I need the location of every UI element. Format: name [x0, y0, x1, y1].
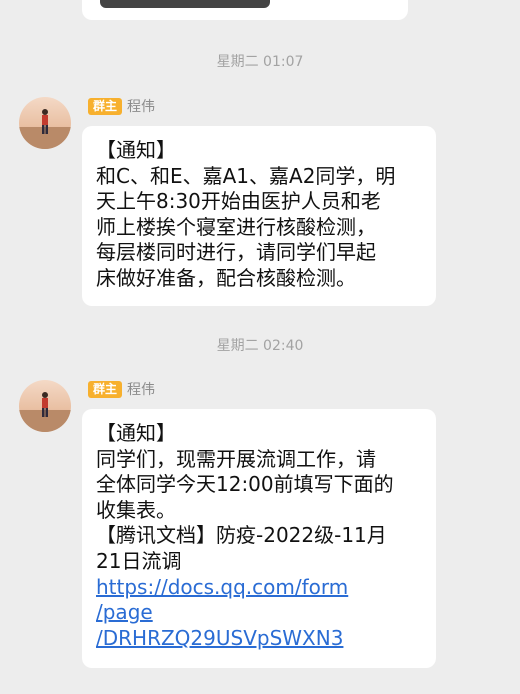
sender-info: 群主 程伟 [88, 96, 155, 116]
message-line: 同学们，现需开展流调工作，请 [96, 446, 376, 471]
message-line: 床做好准备，配合核酸检测。 [96, 265, 356, 290]
form-link[interactable]: /page [96, 600, 422, 626]
message-line: 21日流调 [96, 548, 182, 573]
image-thumbnail[interactable] [100, 0, 270, 8]
message-line: 和C、和E、嘉A1、嘉A2同学，明 [96, 163, 396, 188]
message-line: 每层楼同时进行，请同学们早起 [96, 240, 376, 265]
avatar[interactable] [19, 380, 71, 432]
form-link[interactable]: /DRHRZQ29USVpSWXN3 [96, 626, 422, 652]
avatar[interactable] [19, 97, 71, 149]
sender-name: 程伟 [127, 99, 156, 115]
group-owner-badge: 群主 [88, 380, 123, 398]
message-line: 全体同学今天12:00前填写下面的 [96, 472, 394, 497]
message-line: 天上午8:30开始由医护人员和老 [96, 189, 381, 214]
message-bubble[interactable]: 【通知】 同学们，现需开展流调工作，请 全体同学今天12:00前填写下面的 收集… [82, 409, 436, 668]
sender-info: 群主 程伟 [88, 379, 155, 399]
message-line: 师上楼挨个寝室进行核酸检测， [96, 214, 376, 239]
message-line: 收集表。 [96, 497, 176, 522]
form-link[interactable]: https://docs.qq.com/form [96, 575, 422, 601]
message-line: 【通知】 [96, 138, 176, 162]
timestamp: 星期二 01:07 [216, 54, 304, 70]
message-line: 【腾讯文档】防疫-2022级-11月 [96, 523, 387, 548]
timestamp: 星期二 02:40 [216, 338, 304, 354]
previous-image-message[interactable] [82, 0, 408, 20]
message-bubble[interactable]: 【通知】 和C、和E、嘉A1、嘉A2同学，明 天上午8:30开始由医护人员和老 … [82, 126, 436, 306]
group-owner-badge: 群主 [88, 97, 123, 115]
sender-name: 程伟 [127, 382, 156, 398]
message-line: 【通知】 [96, 421, 176, 445]
